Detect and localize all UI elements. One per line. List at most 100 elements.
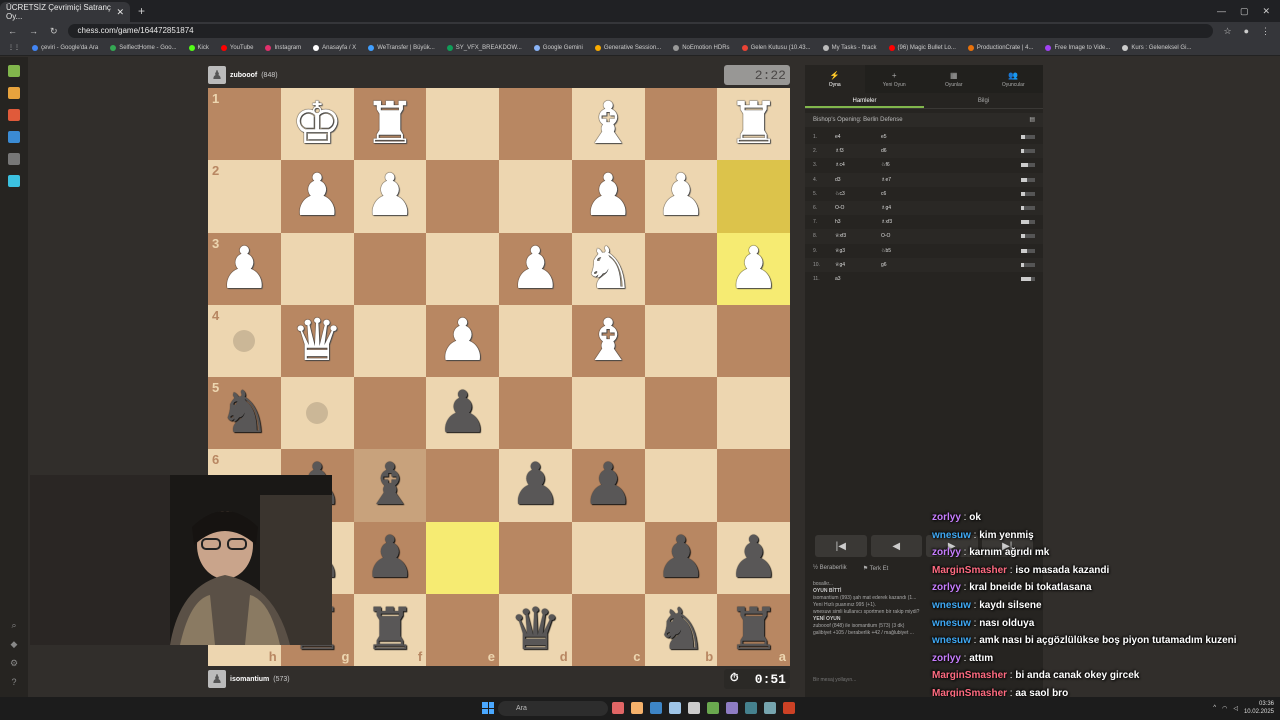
black-rook-icon[interactable]: ♜ [364, 600, 416, 659]
board-square[interactable] [353, 232, 427, 305]
bookmark-item[interactable]: ProductionCrate | 4... [967, 44, 1033, 51]
board-square[interactable]: ♟ [426, 377, 499, 450]
bookmark-item[interactable]: Free Image to Vide... [1045, 44, 1110, 51]
board-square[interactable] [499, 88, 572, 161]
chat-username[interactable]: MarginSmasher [932, 670, 1007, 681]
board-square[interactable]: ♞ [571, 232, 645, 305]
taskbar-app-icon[interactable] [650, 702, 662, 714]
board-square[interactable]: ♛ d [499, 593, 572, 666]
clock[interactable]: 03:36 10.02.2025 [1244, 700, 1274, 716]
tray-chevron-icon[interactable]: ^ [1213, 705, 1216, 711]
board-square[interactable] [426, 521, 499, 594]
bookmark-item[interactable]: Kick [188, 44, 209, 51]
draw-button[interactable]: ½ Beraberlik [813, 565, 847, 572]
chat-username[interactable]: zorlyy [932, 582, 961, 593]
board-square[interactable]: ♞ 5 [208, 377, 281, 450]
bookmark-star-icon[interactable]: ☆ [1223, 26, 1231, 37]
board-square[interactable]: 2 [208, 160, 281, 233]
board-square[interactable]: ♟ [499, 232, 572, 305]
board-square[interactable]: ♟ [644, 160, 718, 233]
chat-username[interactable]: MarginSmasher [932, 565, 1007, 576]
new-tab-icon[interactable]: + [138, 4, 145, 18]
search-icon[interactable]: ⌕ [11, 620, 16, 631]
more-icon[interactable] [8, 153, 20, 165]
board-square[interactable]: ♜ a [717, 593, 790, 666]
chat-username[interactable]: wnesuw [932, 600, 971, 611]
black-move[interactable]: ♗xf3 [881, 219, 941, 225]
black-bishop-icon[interactable]: ♝ [364, 456, 416, 514]
white-move[interactable]: ♕xf3 [835, 233, 881, 239]
board-square[interactable]: ♟ [571, 160, 645, 233]
watch-icon[interactable] [8, 131, 20, 143]
white-pawn-icon[interactable]: ♟ [437, 311, 489, 370]
black-pawn-icon[interactable]: ♟ [437, 384, 489, 442]
bookmark-item[interactable]: NoEmotion HDRs [673, 44, 730, 51]
taskbar-app-icon[interactable] [707, 702, 719, 714]
apps-grid-icon[interactable]: ⋮⋮ [8, 44, 20, 51]
puzzle-icon[interactable] [8, 87, 20, 99]
white-move[interactable]: ♗c4 [835, 162, 881, 168]
board-square[interactable] [499, 377, 572, 450]
white-pawn-icon[interactable]: ♟ [582, 167, 634, 225]
chat-username[interactable]: wnesuw [932, 530, 971, 541]
board-square[interactable]: ♞ b [644, 593, 718, 666]
taskbar-app-icon[interactable] [669, 702, 681, 714]
windows-start-icon[interactable] [482, 702, 494, 714]
black-move[interactable]: ♗e7 [881, 177, 941, 183]
taskbar-search[interactable]: Ara [498, 701, 608, 716]
black-move[interactable]: ♘b5 [881, 248, 941, 254]
white-move[interactable]: h3 [835, 219, 881, 225]
taskbar-app-icon[interactable] [726, 702, 738, 714]
chat-username[interactable]: wnesuw [932, 635, 971, 646]
board-square[interactable] [353, 377, 427, 450]
white-king-icon[interactable]: ♚ [291, 95, 343, 153]
black-pawn-icon[interactable]: ♟ [582, 456, 634, 514]
chat-username[interactable]: zorlyy [932, 512, 961, 523]
white-bishop-icon[interactable]: ♝ [582, 311, 634, 370]
board-square[interactable]: ♟ [280, 160, 354, 233]
volume-icon[interactable]: ◁ [1233, 705, 1238, 712]
black-rook-icon[interactable]: ♜ [728, 600, 780, 659]
close-window-icon[interactable]: ✕ [1262, 6, 1270, 17]
board-square[interactable] [353, 304, 427, 377]
white-move[interactable]: a3 [835, 276, 881, 282]
board-square[interactable]: ♟ [717, 521, 790, 594]
black-knight-icon[interactable]: ♞ [655, 600, 707, 659]
board-square[interactable] [644, 304, 718, 377]
board-square[interactable] [280, 232, 354, 305]
bookmark-item[interactable]: (96) Magic Bullet Lo... [888, 44, 956, 51]
maximize-icon[interactable]: ▢ [1240, 6, 1249, 17]
white-pawn-icon[interactable]: ♟ [728, 239, 780, 298]
board-square[interactable]: ♟ [644, 521, 718, 594]
board-square[interactable] [644, 232, 718, 305]
avatar[interactable]: ♟ [208, 66, 226, 84]
bookmark-item[interactable]: SelfiectHome - Goo... [110, 44, 177, 51]
black-pawn-icon[interactable]: ♟ [509, 456, 561, 514]
taskbar-app-icon[interactable] [745, 702, 757, 714]
black-move[interactable]: c6 [881, 191, 941, 197]
board-square[interactable]: ♝ [353, 449, 427, 522]
white-rook-icon[interactable]: ♜ [728, 95, 780, 153]
avatar[interactable]: ♟ [208, 670, 226, 688]
black-move[interactable]: ♘f6 [881, 162, 941, 168]
board-square[interactable]: ♟ [571, 449, 645, 522]
board-square[interactable] [426, 88, 499, 161]
black-move[interactable]: d6 [881, 148, 941, 154]
board-square[interactable]: ♟ [353, 521, 427, 594]
move-hint-dot[interactable] [233, 329, 256, 352]
move-hint-dot[interactable] [306, 402, 329, 425]
panel-tab[interactable]: ▦ Oyunlar [924, 65, 984, 93]
white-queen-icon[interactable]: ♛ [291, 311, 343, 370]
board-square[interactable]: ♜ [717, 88, 790, 161]
white-knight-icon[interactable]: ♞ [582, 239, 634, 298]
taskbar-app-icon[interactable] [783, 702, 795, 714]
board-square[interactable] [499, 160, 572, 233]
board-square[interactable] [280, 377, 354, 450]
board-square[interactable] [499, 521, 572, 594]
close-icon[interactable]: ✕ [116, 7, 124, 18]
player-name[interactable]: zubooof [230, 72, 257, 79]
taskbar-app-icon[interactable] [688, 702, 700, 714]
bookmark-item[interactable]: YouTube [220, 44, 253, 51]
board-square[interactable]: ♝ [571, 304, 645, 377]
white-move[interactable]: ♘c3 [835, 191, 881, 197]
